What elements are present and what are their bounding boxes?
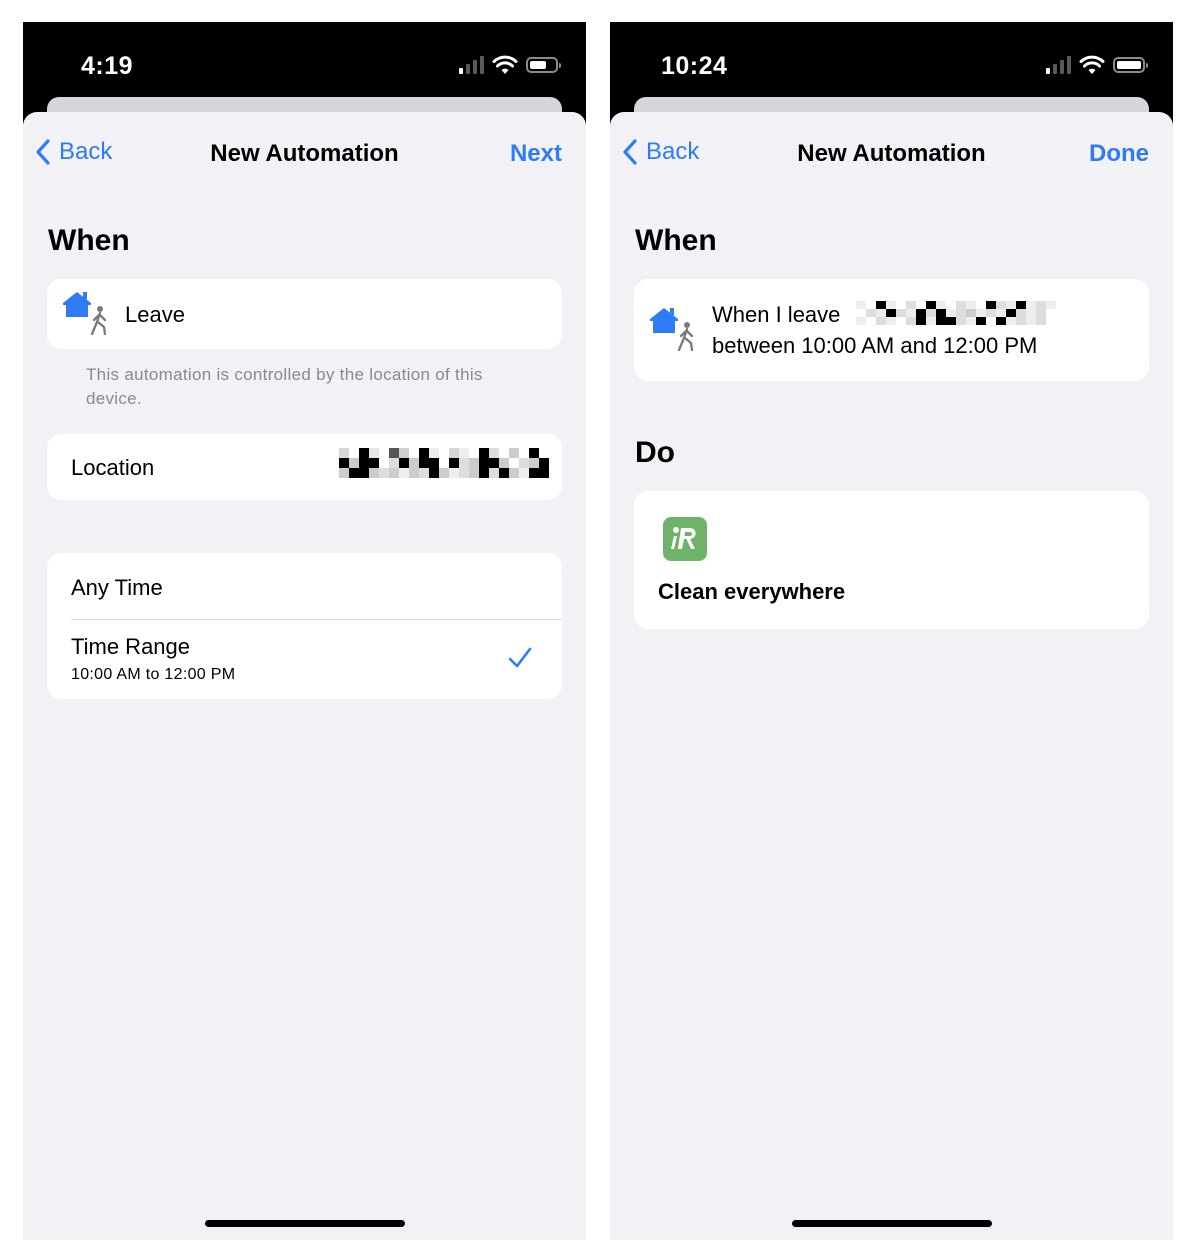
battery-icon [1113,57,1148,73]
home-indicator[interactable] [204,1220,405,1227]
cellular-signal-icon [459,56,484,74]
trigger-card[interactable]: Leave [47,279,562,349]
time-options-list: Any Time Time Range 10:00 AM to 12:00 PM [47,553,562,699]
action-card[interactable]: Clean everywhere [634,491,1149,629]
nav-bar: Back New Automation Done [610,112,1173,196]
irobot-app-icon [663,517,707,561]
done-button[interactable]: Done [1089,140,1149,168]
wifi-icon [492,55,518,74]
action-label: Clean everywhere [658,579,846,604]
summary-line-1: When I leave [712,302,841,327]
summary-line-2: between 10:00 AM and 12:00 PM [712,333,1038,358]
automation-sheet: Back New Automation Next When Leave This… [23,112,586,1240]
home-leave-icon [63,292,107,336]
time-option-any-time[interactable]: Any Time [47,553,562,619]
cellular-signal-icon [1046,56,1071,74]
trigger-summary-card[interactable]: When I leave between 10:00 AM and 12:00 … [634,279,1149,381]
status-icons [459,55,561,75]
do-header: Do [635,436,675,469]
time-range-label: Time Range [71,634,191,659]
nav-bar: Back New Automation Next [23,112,586,196]
wifi-icon [1079,55,1105,74]
location-value-redacted [856,301,1056,325]
battery-icon [526,57,561,73]
status-icons [1046,55,1148,75]
nav-title: New Automation [210,140,399,167]
when-header: When [48,224,130,257]
location-row[interactable]: Location [47,434,562,500]
checkmark-icon [508,647,532,668]
when-header: When [635,224,717,257]
time-range-value: 10:00 AM to 12:00 PM [71,666,236,683]
status-time: 4:19 [81,52,134,80]
location-value-redacted [339,448,549,478]
right-screen: 10:24 Back New Automation Done When When… [610,22,1173,1240]
any-time-label: Any Time [71,575,163,600]
home-leave-icon [650,308,694,352]
automation-sheet: Back New Automation Done When When I lea… [610,112,1173,1240]
trigger-label: Leave [125,302,185,327]
home-indicator[interactable] [791,1220,992,1227]
footnote: This automation is controlled by the loc… [86,365,483,408]
next-button[interactable]: Next [510,140,562,168]
time-option-time-range[interactable]: Time Range 10:00 AM to 12:00 PM [47,619,562,699]
left-screen: 4:19 Back New Automation Next When Leave… [23,22,586,1240]
status-time: 10:24 [661,52,728,80]
location-label: Location [71,455,155,480]
